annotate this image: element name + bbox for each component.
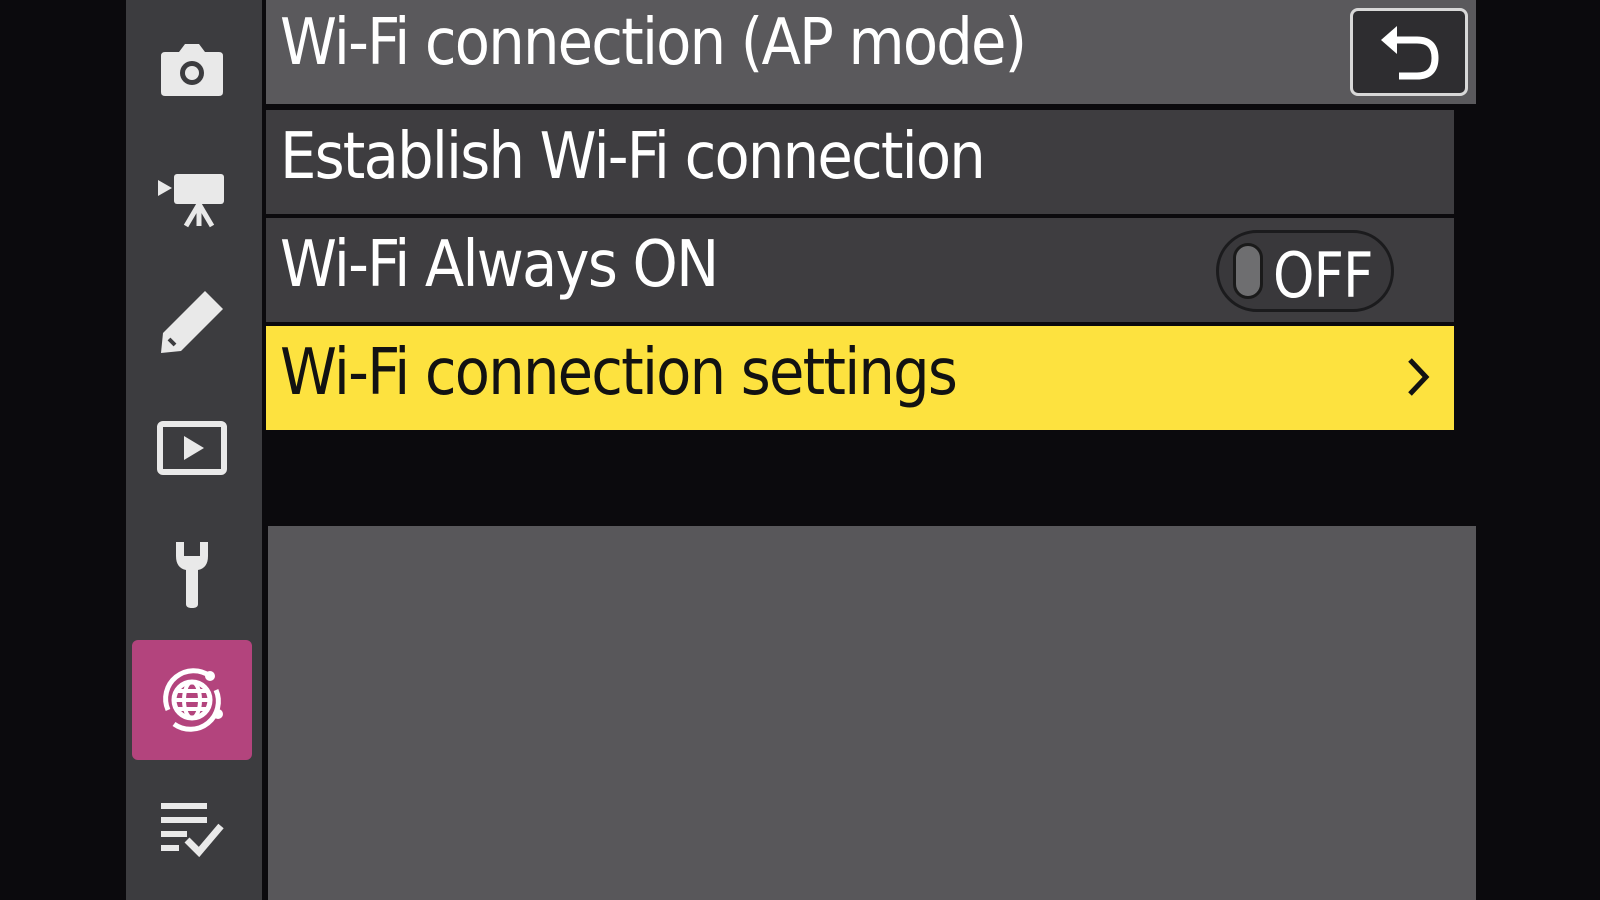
tab-video-recording[interactable] (132, 136, 252, 256)
back-button[interactable] (1350, 8, 1468, 96)
toggle-state: OFF (1273, 239, 1373, 312)
tab-playback[interactable] (132, 388, 252, 508)
help-panel (268, 526, 1476, 900)
toggle-knob (1233, 243, 1263, 299)
tab-network[interactable] (132, 640, 252, 760)
menu-tab-rail (126, 0, 262, 900)
my-menu-checklist-icon (161, 803, 224, 858)
tab-setup[interactable] (132, 514, 252, 634)
menu-item-label: Establish Wi-Fi connection (280, 120, 986, 194)
return-arrow-icon (1381, 26, 1439, 80)
menu-item-wifi-connection-settings[interactable]: Wi-Fi connection settings (266, 326, 1454, 430)
menu-item-label: Wi-Fi connection settings (280, 336, 958, 410)
menu-item-establish-wifi[interactable]: Establish Wi-Fi connection (266, 110, 1454, 214)
tab-my-menu[interactable] (132, 770, 252, 890)
page-title: Wi-Fi connection (AP mode) (280, 6, 1027, 80)
tab-retouch[interactable] (132, 262, 252, 382)
movie-camera-icon (158, 174, 224, 228)
menu-header: Wi-Fi connection (AP mode) (266, 0, 1476, 104)
pencil-icon (161, 291, 223, 353)
camera-icon (161, 44, 223, 96)
wifi-always-on-toggle[interactable]: OFF (1216, 230, 1394, 312)
chevron-right-icon (1406, 356, 1432, 398)
camera-menu-screen: Wi-Fi connection (AP mode) Establish Wi-… (0, 0, 1600, 900)
network-globe-icon (163, 668, 223, 732)
wrench-icon (176, 542, 208, 608)
menu-item-wifi-always-on[interactable]: Wi-Fi Always ON OFF (266, 218, 1454, 322)
menu-item-label: Wi-Fi Always ON (280, 228, 719, 302)
playback-icon (157, 421, 227, 475)
tab-photo-shooting[interactable] (132, 10, 252, 130)
